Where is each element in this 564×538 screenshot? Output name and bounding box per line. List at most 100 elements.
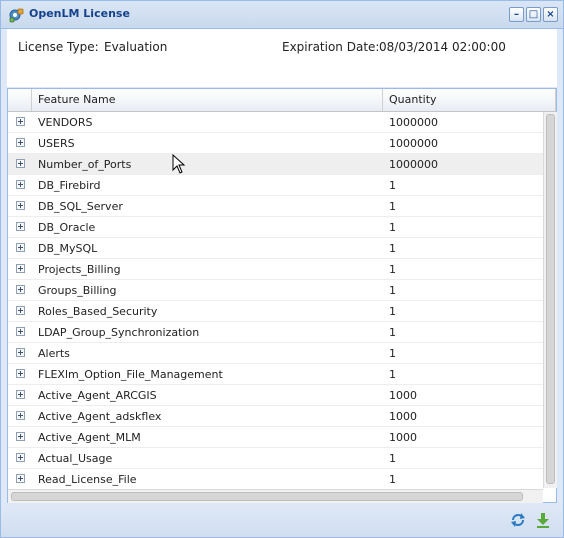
close-icon: × (546, 9, 555, 20)
feature-name-cell: Active_Agent_MLM (38, 431, 141, 444)
license-window: OpenLM License – □ × License Type: Evalu… (0, 0, 564, 538)
table-row[interactable]: Projects_Billing 1 (8, 259, 543, 280)
header-expander-column (8, 89, 32, 111)
feature-name-cell: DB_MySQL (38, 242, 98, 255)
quantity-cell: 1000 (389, 431, 417, 444)
quantity-cell: 1 (389, 284, 396, 297)
table-row[interactable]: Groups_Billing 1 (8, 280, 543, 301)
window-titlebar[interactable]: OpenLM License – □ × (1, 1, 563, 29)
quantity-cell: 1000000 (389, 158, 438, 171)
download-icon[interactable] (535, 512, 551, 528)
feature-name-cell: Roles_Based_Security (38, 305, 158, 318)
license-type-value: Evaluation (104, 40, 168, 54)
table-row[interactable]: Alerts 1 (8, 343, 543, 364)
table-row[interactable]: USERS 1000000 (8, 133, 543, 154)
table-row[interactable]: Read_License_File 1 (8, 469, 543, 488)
quantity-cell: 1 (389, 263, 396, 276)
expand-plus-icon[interactable] (16, 390, 25, 399)
table-row[interactable]: Active_Agent_adskflex 1000 (8, 406, 543, 427)
expand-plus-icon[interactable] (16, 285, 25, 294)
feature-name-cell: Groups_Billing (38, 284, 117, 297)
expand-plus-icon[interactable] (16, 243, 25, 252)
feature-name-cell: Number_of_Ports (38, 158, 132, 171)
feature-name-cell: Alerts (38, 347, 70, 360)
table-row[interactable]: LDAP_Group_Synchronization 1 (8, 322, 543, 343)
quantity-cell: 1000 (389, 410, 417, 423)
maximize-button[interactable]: □ (526, 7, 541, 22)
grid-header: Feature Name Quantity (8, 89, 556, 112)
refresh-icon[interactable] (510, 512, 526, 528)
quantity-cell: 1 (389, 326, 396, 339)
expand-plus-icon[interactable] (16, 369, 25, 378)
expand-plus-icon[interactable] (16, 306, 25, 315)
vertical-scrollbar[interactable] (543, 112, 557, 488)
feature-name-cell: DB_SQL_Server (38, 200, 123, 213)
quantity-cell: 1000 (389, 389, 417, 402)
features-grid: Feature Name Quantity VENDORS 1000000 USER… (7, 88, 557, 503)
minimize-icon: – (514, 9, 519, 20)
quantity-cell: 1000000 (389, 116, 438, 129)
table-row[interactable]: DB_MySQL 1 (8, 238, 543, 259)
vertical-scroll-thumb[interactable] (546, 114, 555, 484)
window-title: OpenLM License (29, 7, 130, 20)
quantity-cell: 1 (389, 368, 396, 381)
feature-name-cell: LDAP_Group_Synchronization (38, 326, 200, 339)
horizontal-scrollbar[interactable] (8, 489, 543, 503)
feature-name-cell: DB_Oracle (38, 221, 96, 234)
grid-body: VENDORS 1000000 USERS 1000000 Number_of_Port… (8, 112, 543, 488)
table-row[interactable]: Number_of_Ports 1000000 (8, 154, 543, 175)
expand-plus-icon[interactable] (16, 201, 25, 210)
table-row[interactable]: FLEXlm_Option_File_Management 1 (8, 364, 543, 385)
minimize-button[interactable]: – (509, 7, 524, 22)
expand-plus-icon[interactable] (16, 411, 25, 420)
table-row[interactable]: Actual_Usage 1 (8, 448, 543, 469)
feature-name-cell: DB_Firebird (38, 179, 101, 192)
quantity-cell: 1 (389, 452, 396, 465)
table-row[interactable]: DB_SQL_Server 1 (8, 196, 543, 217)
quantity-cell: 1 (389, 221, 396, 234)
mouse-cursor-icon (172, 154, 186, 174)
feature-name-cell: VENDORS (38, 116, 93, 129)
expand-plus-icon[interactable] (16, 348, 25, 357)
quantity-cell: 1 (389, 200, 396, 213)
expiration-date-label: Expiration Date: (282, 40, 380, 54)
table-row[interactable]: DB_Firebird 1 (8, 175, 543, 196)
expand-plus-icon[interactable] (16, 117, 25, 126)
quantity-cell: 1 (389, 347, 396, 360)
feature-name-cell: FLEXlm_Option_File_Management (38, 368, 223, 381)
table-row[interactable]: Active_Agent_ARCGIS 1000 (8, 385, 543, 406)
column-header-quantity[interactable]: Quantity (383, 89, 556, 111)
expand-plus-icon[interactable] (16, 453, 25, 462)
openlm-gear-icon (9, 8, 24, 23)
window-footer (1, 504, 563, 537)
expand-plus-icon[interactable] (16, 138, 25, 147)
feature-name-cell: Active_Agent_adskflex (38, 410, 162, 423)
expand-plus-icon[interactable] (16, 159, 25, 168)
quantity-cell: 1 (389, 179, 396, 192)
license-type-label: License Type: (18, 40, 99, 54)
quantity-cell: 1 (389, 242, 396, 255)
table-row[interactable]: Roles_Based_Security 1 (8, 301, 543, 322)
quantity-cell: 1000000 (389, 137, 438, 150)
quantity-cell: 1 (389, 305, 396, 318)
feature-name-cell: Projects_Billing (38, 263, 121, 276)
table-row[interactable]: VENDORS 1000000 (8, 112, 543, 133)
feature-name-cell: Read_License_File (38, 473, 137, 486)
maximize-icon: □ (528, 9, 539, 20)
expand-plus-icon[interactable] (16, 432, 25, 441)
expand-plus-icon[interactable] (16, 264, 25, 273)
table-row[interactable]: DB_Oracle 1 (8, 217, 543, 238)
expand-plus-icon[interactable] (16, 474, 25, 483)
quantity-cell: 1 (389, 473, 396, 486)
expand-plus-icon[interactable] (16, 222, 25, 231)
table-row[interactable]: Active_Agent_MLM 1000 (8, 427, 543, 448)
feature-name-cell: USERS (38, 137, 75, 150)
feature-name-cell: Active_Agent_ARCGIS (38, 389, 157, 402)
expand-plus-icon[interactable] (16, 327, 25, 336)
feature-name-cell: Actual_Usage (38, 452, 113, 465)
column-header-feature-name[interactable]: Feature Name (32, 89, 383, 111)
close-button[interactable]: × (543, 7, 558, 22)
expiration-date-value: 08/03/2014 02:00:00 (379, 40, 506, 54)
expand-plus-icon[interactable] (16, 180, 25, 189)
horizontal-scroll-thumb[interactable] (11, 492, 523, 501)
